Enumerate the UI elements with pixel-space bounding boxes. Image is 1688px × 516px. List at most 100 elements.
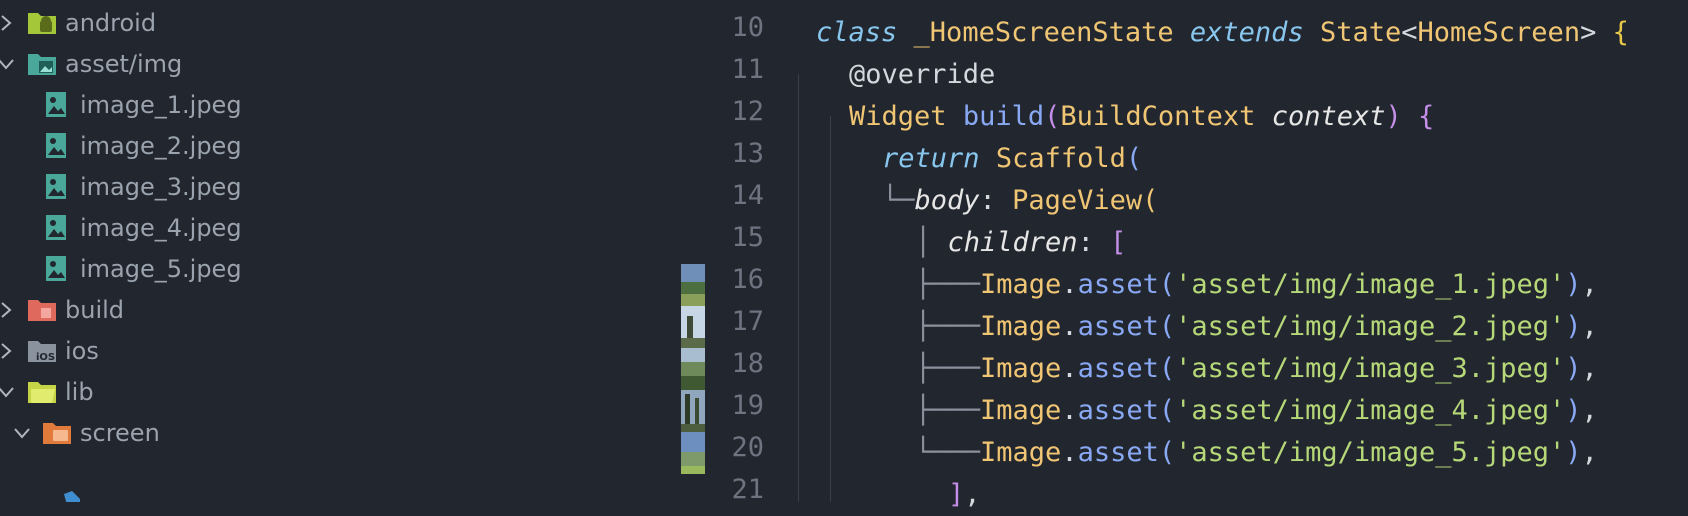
class-name: Image [980, 353, 1062, 384]
string-literal: 'asset/img/image_5.jpeg' [1175, 437, 1566, 468]
line-number: 15 [731, 222, 764, 253]
line-number: 14 [731, 180, 764, 211]
class-name: Image [980, 269, 1062, 300]
tree-item-label: lib [65, 378, 94, 406]
function-name: asset [1077, 353, 1159, 384]
tree-item-label: image_2.jpeg [80, 132, 242, 160]
image-preview-thumbnail [681, 432, 705, 474]
function-name: asset [1077, 311, 1159, 342]
image-file-icon [42, 131, 72, 161]
punctuation: > [1580, 17, 1597, 48]
tree-item-label: image_1.jpeg [80, 91, 242, 119]
tree-item-image-3[interactable]: image_3.jpeg [0, 165, 700, 209]
code-line: class _HomeScreenState extends State<Hom… [816, 12, 1629, 54]
file-explorer: android asset/img image_1.jpeg image_2.j… [0, 0, 760, 502]
chevron-down-icon [10, 421, 34, 445]
tree-item-label: android [65, 9, 157, 37]
code-editor[interactable]: 10 11 12 13 14 15 16 17 18 19 20 21 clas… [710, 0, 1688, 510]
image-preview-thumbnail [681, 348, 705, 390]
build-folder-icon [27, 295, 57, 325]
tree-item-screen[interactable]: screen [0, 411, 700, 455]
tree-item-home-screen[interactable] [0, 480, 700, 502]
tree-item-label: image_4.jpeg [80, 214, 242, 242]
line-number: 16 [731, 264, 764, 295]
punctuation: { [1612, 17, 1629, 48]
code-line: return Scaffold( [882, 143, 1143, 174]
chevron-down-icon [0, 380, 18, 404]
indent-guide [798, 74, 799, 502]
tree-item-image-5[interactable]: image_5.jpeg [0, 247, 700, 291]
class-name: Image [980, 311, 1062, 342]
class-name: Scaffold [995, 143, 1126, 174]
tree-item-ios[interactable]: iOS ios [0, 329, 700, 373]
dart-file-icon [60, 490, 90, 502]
code-line: ├───Image.asset('asset/img/image_3.jpeg'… [915, 353, 1598, 384]
tree-item-label: image_3.jpeg [80, 173, 242, 201]
image-file-icon [42, 90, 72, 120]
chevron-down-icon [0, 52, 18, 76]
string-literal: 'asset/img/image_3.jpeg' [1175, 353, 1566, 384]
tree-item-build[interactable]: build [0, 288, 700, 332]
line-number: 20 [731, 432, 764, 463]
code-line: └───Image.asset('asset/img/image_5.jpeg'… [915, 437, 1598, 468]
punctuation: { [1418, 101, 1435, 132]
code-line: │ children: [ [915, 227, 1127, 258]
string-literal: 'asset/img/image_1.jpeg' [1175, 269, 1566, 300]
line-number: 21 [731, 474, 764, 505]
line-number: 11 [731, 54, 764, 85]
chevron-right-icon [0, 11, 18, 35]
tree-item-label: ios [65, 337, 99, 365]
class-name: Image [980, 395, 1062, 426]
screen-folder-icon [42, 418, 72, 448]
tree-item-asset-img[interactable]: asset/img [0, 42, 700, 86]
named-argument: children [947, 227, 1078, 258]
annotation: @override [849, 59, 996, 90]
class-name: PageView [1012, 185, 1143, 216]
punctuation: ] [948, 479, 965, 510]
class-name: Image [980, 437, 1062, 468]
line-number: 19 [731, 390, 764, 421]
line-number: 10 [731, 12, 764, 43]
image-folder-icon [27, 49, 57, 79]
lib-folder-icon [27, 377, 57, 407]
image-preview-thumbnail [681, 306, 705, 348]
tree-item-image-1[interactable]: image_1.jpeg [0, 83, 700, 127]
keyword: extends [1189, 17, 1304, 48]
code-line: └─body: PageView( [882, 185, 1159, 216]
class-name: HomeScreen [1417, 17, 1581, 48]
code-line: ├───Image.asset('asset/img/image_2.jpeg'… [915, 311, 1598, 342]
image-file-icon [42, 172, 72, 202]
chevron-right-icon [0, 298, 18, 322]
line-number: 17 [731, 306, 764, 337]
image-file-icon [42, 254, 72, 284]
parameter: context [1271, 101, 1386, 132]
svg-text:iOS: iOS [36, 352, 55, 363]
named-argument: body [914, 185, 980, 216]
tree-item-lib[interactable]: lib [0, 370, 700, 414]
function-name: build [962, 101, 1045, 132]
tree-item-image-2[interactable]: image_2.jpeg [0, 124, 700, 168]
code-line: ├───Image.asset('asset/img/image_4.jpeg'… [915, 395, 1598, 426]
image-preview-thumbnail [681, 390, 705, 432]
code-line: Widget build(BuildContext context) { [849, 101, 1435, 132]
tree-item-image-4[interactable]: image_4.jpeg [0, 206, 700, 250]
punctuation: : [1077, 227, 1094, 258]
line-number: 18 [731, 348, 764, 379]
function-name: asset [1077, 395, 1159, 426]
ios-folder-icon: iOS [27, 336, 57, 366]
tree-item-android[interactable]: android [0, 1, 700, 45]
keyword: return [882, 143, 980, 174]
function-name: asset [1077, 437, 1159, 468]
image-file-icon [42, 213, 72, 243]
function-name: asset [1077, 269, 1159, 300]
punctuation: : [979, 185, 996, 216]
chevron-right-icon [0, 339, 18, 363]
code-line: @override [849, 54, 995, 96]
code-line: ], [948, 479, 981, 510]
line-number: 12 [731, 96, 764, 127]
class-name: _HomeScreenState [913, 17, 1174, 48]
keyword: class [816, 17, 898, 48]
tree-item-label: screen [80, 419, 160, 447]
android-folder-icon [27, 8, 57, 38]
code-line: ├───Image.asset('asset/img/image_1.jpeg'… [915, 269, 1598, 300]
